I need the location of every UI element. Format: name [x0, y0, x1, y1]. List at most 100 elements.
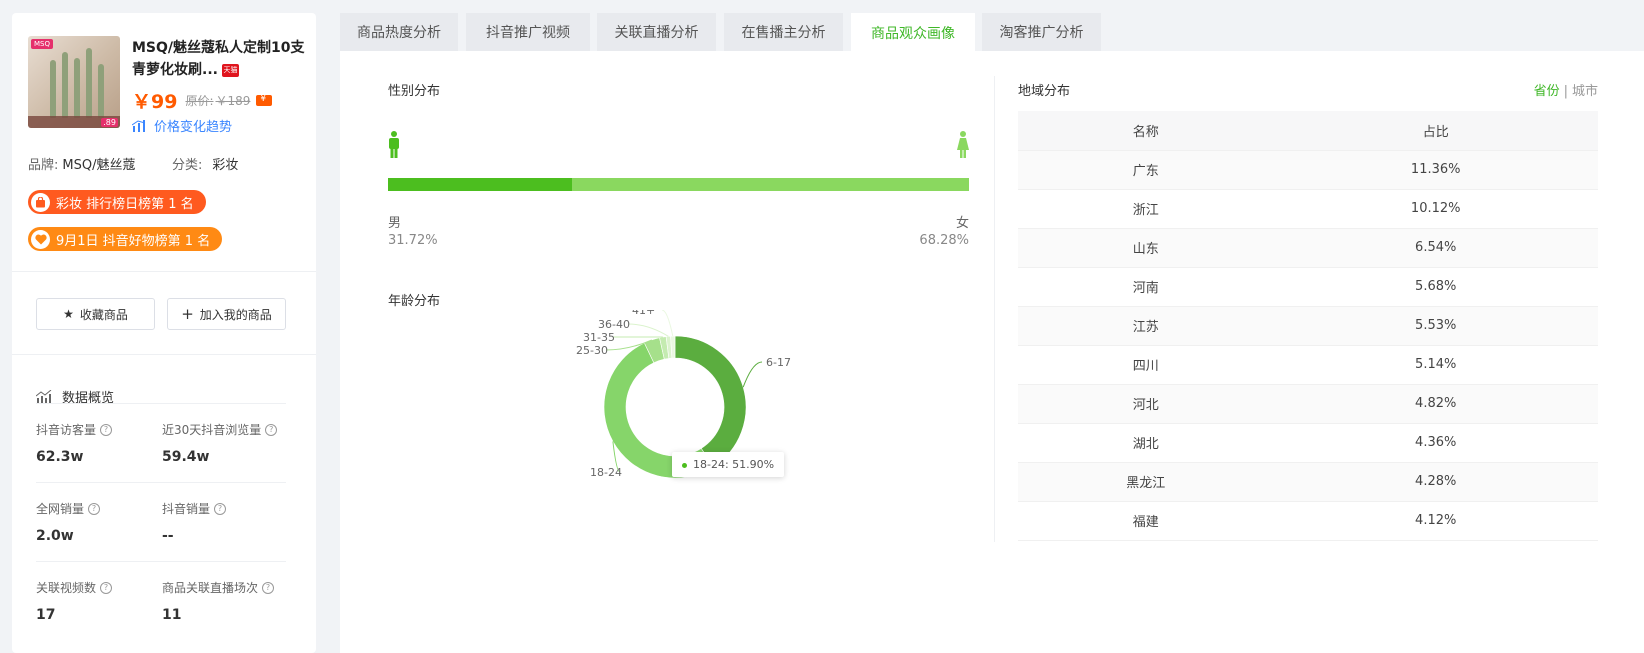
product-info-panel: MSQ .89 MSQ/魅丝蔻私人定制10支青萝化妆刷... 天猫 ￥99 原价:… — [12, 13, 316, 653]
stat-value-visitors: 62.3w — [36, 449, 84, 465]
help-icon[interactable]: ? — [100, 423, 113, 436]
table-row: 浙江 10.12% — [1018, 189, 1598, 229]
table-row: 山东 6.54% — [1018, 228, 1598, 268]
toggle-separator: | — [1563, 84, 1568, 99]
divider — [36, 403, 286, 404]
region-share-cell: 11.36% — [1273, 150, 1598, 190]
column-header-name: 名称 — [1018, 111, 1274, 151]
slice-label-25-30: 25-30 — [576, 344, 608, 357]
region-share-cell: 10.12% — [1273, 189, 1598, 229]
rank-badge-douyin[interactable]: 9月1日 抖音好物榜第 1 名 — [28, 227, 223, 251]
donut-slice-6-17[interactable] — [674, 335, 747, 468]
table-row: 河南 5.68% — [1018, 267, 1598, 307]
brand-row: 品牌: MSQ/魅丝蔻 — [28, 158, 136, 173]
region-share-cell: 4.82% — [1273, 384, 1598, 424]
region-name-cell: 广东 — [1018, 150, 1274, 190]
gender-bar-male-fill — [388, 178, 573, 191]
slice-label-6-17: 6-17 — [766, 356, 791, 369]
table-row: 广东 11.36% — [1018, 150, 1598, 190]
region-share-cell: 4.12% — [1273, 501, 1598, 541]
male-percentage: 31.72% — [388, 233, 438, 248]
leader-line-36-40 — [627, 323, 669, 337]
toggle-province[interactable]: 省份 — [1534, 84, 1560, 99]
divider — [12, 354, 316, 355]
collect-product-button[interactable]: ★ 收藏商品 — [36, 298, 155, 330]
tab-streamer-analysis[interactable]: 在售播主分析 — [724, 13, 843, 51]
region-name-cell: 山东 — [1018, 228, 1274, 268]
stat-value-views-30d: 59.4w — [162, 449, 210, 465]
column-header-share: 占比 — [1273, 111, 1598, 151]
table-row: 江苏 5.53% — [1018, 306, 1598, 346]
slice-label-31-35: 31-35 — [583, 331, 615, 344]
region-name-cell: 湖北 — [1018, 423, 1274, 463]
add-my-product-button[interactable]: + 加入我的商品 — [167, 298, 286, 330]
toggle-city[interactable]: 城市 — [1572, 84, 1598, 99]
price-trend-link[interactable]: 价格变化趋势 — [132, 116, 232, 135]
tab-live-analysis[interactable]: 关联直播分析 — [597, 13, 716, 51]
female-label: 女 — [955, 216, 969, 231]
region-name-cell: 浙江 — [1018, 189, 1274, 229]
tab-douyin-videos[interactable]: 抖音推广视频 — [466, 13, 590, 51]
price-row: ￥99 原价: ￥189 — [132, 87, 273, 114]
stat-label-douyin-sales: 抖音销量? — [162, 500, 227, 517]
coupon-icon — [256, 94, 273, 106]
help-icon[interactable]: ? — [100, 581, 113, 594]
divider — [36, 561, 286, 562]
tab-audience-profile[interactable]: 商品观众画像 — [851, 13, 975, 52]
help-icon[interactable]: ? — [214, 502, 227, 515]
region-share-cell: 4.28% — [1273, 462, 1598, 502]
stat-value-related-videos: 17 — [36, 607, 56, 623]
help-icon[interactable]: ? — [265, 423, 278, 436]
region-share-cell: 5.53% — [1273, 306, 1598, 346]
divider — [12, 271, 316, 272]
thumb-price: .89 — [101, 118, 118, 127]
region-name-cell: 河北 — [1018, 384, 1274, 424]
region-section-title: 地域分布 — [1018, 84, 1071, 99]
stat-label-related-videos: 关联视频数? — [36, 579, 113, 596]
bar-chart-icon — [132, 119, 146, 132]
age-section-title: 年龄分布 — [388, 294, 441, 309]
slice-label-18-24: 18-24 — [590, 466, 622, 479]
thumb-brand-mark: MSQ — [31, 39, 53, 49]
region-name-cell: 福建 — [1018, 501, 1274, 541]
region-share-cell: 5.14% — [1273, 345, 1598, 385]
product-title[interactable]: MSQ/魅丝蔻私人定制10支青萝化妆刷... 天猫 — [132, 37, 308, 81]
original-price: ￥189 — [215, 94, 251, 108]
original-price-label: 原价: — [185, 94, 214, 108]
table-row: 福建 4.12% — [1018, 501, 1598, 541]
rank-badge-daily[interactable]: 彩妆 排行榜日榜第 1 名 — [28, 190, 206, 214]
table-row: 河北 4.82% — [1018, 384, 1598, 424]
leader-line-6-17 — [742, 361, 763, 388]
female-percentage: 68.28% — [919, 233, 969, 248]
tmall-badge: 天猫 — [221, 63, 239, 77]
female-icon — [957, 131, 969, 158]
table-header-row: 名称 占比 — [1018, 111, 1598, 151]
leader-line-41+ — [661, 310, 674, 337]
age-donut-chart: 6-17 18-24 25-3031-3536-4041+ — [576, 310, 791, 479]
heart-icon — [31, 229, 50, 249]
brand-value: MSQ/魅丝蔻 — [62, 158, 136, 173]
trend-chart-icon — [36, 390, 52, 403]
product-thumbnail[interactable]: MSQ .89 — [28, 36, 120, 128]
region-table: 名称 占比 广东 11.36% 浙江 10.12% 山东 6.54% 河南 5.68% 江苏 5.… — [1018, 111, 1598, 541]
stat-value-douyin-sales: -- — [162, 528, 174, 544]
current-price: ￥99 — [132, 91, 178, 113]
region-name-cell: 江苏 — [1018, 306, 1274, 346]
gender-ratio-bar — [388, 178, 969, 191]
category-value: 彩妆 — [212, 158, 239, 173]
stat-value-total-sales: 2.0w — [36, 528, 74, 544]
region-toggle: 省份 | 城市 — [1534, 80, 1598, 99]
region-name-cell: 黑龙江 — [1018, 462, 1274, 502]
help-icon[interactable]: ? — [88, 502, 101, 515]
gender-section-title: 性别分布 — [388, 84, 441, 99]
tooltip-dot — [682, 462, 687, 468]
tab-affiliate-analysis[interactable]: 淘客推广分析 — [982, 13, 1101, 51]
stat-label-related-lives: 商品关联直播场次? — [162, 579, 275, 596]
table-row: 湖北 4.36% — [1018, 423, 1598, 463]
plus-icon: + — [181, 305, 194, 323]
region-share-cell: 6.54% — [1273, 228, 1598, 268]
help-icon[interactable]: ? — [262, 581, 275, 594]
stat-label-views-30d: 近30天抖音浏览量? — [162, 421, 278, 438]
vertical-divider — [994, 76, 995, 542]
tab-heat-analysis[interactable]: 商品热度分析 — [340, 13, 458, 51]
